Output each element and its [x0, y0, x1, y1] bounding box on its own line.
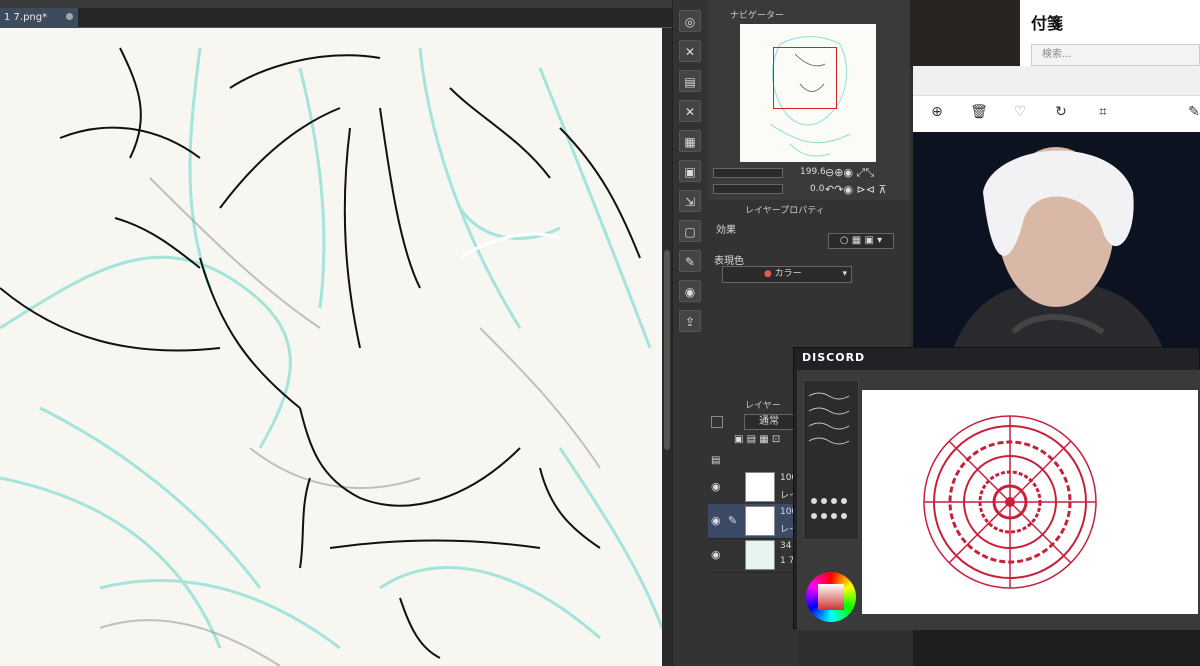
delete-icon[interactable]: 🗑	[970, 104, 988, 120]
effect-buttons[interactable]: ○ ▦ ▣ ▾	[828, 233, 894, 249]
layer-row[interactable]: ◉ 100 レイ	[708, 470, 798, 505]
color-dots-icon: ●	[763, 269, 772, 279]
drawing-canvas[interactable]	[0, 28, 662, 666]
character-artwork	[913, 132, 1200, 348]
character-screenshot	[913, 132, 1200, 348]
layer-opacity: 34	[780, 541, 792, 551]
discord-logo: DISCORD	[802, 351, 866, 364]
heart-icon[interactable]: ♡	[1011, 104, 1029, 120]
photo-viewer-titlebar	[913, 66, 1200, 96]
expression-color-value: カラー	[774, 269, 802, 279]
edit-icon[interactable]: ✎	[679, 250, 701, 272]
rotate-icon[interactable]: ↻	[1052, 104, 1070, 120]
clip-studio-toolbar	[0, 0, 672, 8]
layer-option-icon[interactable]: ▤	[711, 455, 720, 466]
eye-icon[interactable]: ◉	[711, 480, 721, 493]
eye-icon[interactable]: ◉	[711, 514, 721, 527]
zoom-in-icon[interactable]: ⊕	[928, 104, 946, 120]
effect-label: 効果	[716, 225, 736, 236]
chevron-down-icon: ▾	[842, 269, 847, 279]
navigator-view-frame[interactable]	[773, 47, 837, 109]
layer-tab-label: レイヤー	[745, 401, 781, 411]
layer-color-box[interactable]	[711, 416, 723, 428]
layer-property-tab-label: レイヤープロパティ	[745, 206, 825, 216]
canvas-scrollbar-thumb[interactable]	[664, 250, 670, 450]
layer-property-tab[interactable]: レイヤープロパティ	[745, 204, 825, 218]
eye-icon[interactable]: ◉	[711, 548, 721, 561]
zoom-value: 199.6	[800, 167, 826, 177]
document-tab-title: 1 7.png*	[4, 12, 48, 23]
layer-row[interactable]: ◉ 34 1 7	[708, 538, 798, 573]
expression-color-select[interactable]: ● カラー ▾	[722, 266, 852, 283]
blend-mode-value: 通常	[759, 416, 779, 427]
shared-brush-panel	[803, 380, 859, 540]
mandala-drawing	[923, 415, 1097, 589]
layer-thumbnail	[745, 540, 775, 570]
navigator-tab-label: ナビゲーター	[730, 11, 785, 21]
layer-thumbnail	[745, 506, 775, 536]
frame-icon[interactable]: ▢	[679, 220, 701, 242]
zoom-icon[interactable]: ◎	[679, 10, 701, 32]
save-icon[interactable]: ▣	[679, 160, 701, 182]
expression-color-label: 表現色	[714, 256, 744, 267]
export-icon[interactable]: ⇲	[679, 190, 701, 212]
edit-icon[interactable]: ✎	[1185, 104, 1200, 120]
export-person-icon[interactable]: ⇪	[679, 310, 701, 332]
layer-tool-icons[interactable]: ▣ ▤ ▦ ⊡	[734, 434, 780, 445]
sticky-notes-search[interactable]: 検索...	[1031, 44, 1200, 66]
sticky-notes-title: 付箋	[1031, 14, 1064, 33]
close-x-icon[interactable]: ✕	[679, 40, 701, 62]
background-image-bottom	[913, 630, 1200, 666]
blend-mode-select[interactable]: 通常	[744, 414, 796, 430]
sketch-artwork	[0, 47, 662, 666]
background-image	[910, 0, 1022, 70]
pen-icon: ✎	[728, 514, 738, 527]
brush-previews	[808, 392, 850, 519]
layer-thumbnail	[745, 472, 775, 502]
camera-icon[interactable]: ◉	[679, 280, 701, 302]
layer-row-selected[interactable]: ◉ ✎ 100 レイ	[708, 504, 798, 539]
file-icon[interactable]: ▤	[679, 70, 701, 92]
rotate-controls[interactable]: ↶↷◉ ⊳⊲ ⊼	[825, 183, 887, 196]
rotate-slider[interactable]	[713, 184, 783, 194]
color-picker-square[interactable]	[818, 584, 844, 610]
grid-icon[interactable]: ▦	[679, 130, 701, 152]
layer-tab[interactable]: レイヤー	[745, 399, 781, 413]
document-tab-bar	[0, 8, 672, 28]
shared-canvas	[862, 390, 1198, 614]
rotate-value: 0.0	[810, 184, 825, 194]
close-x-icon[interactable]: ✕	[679, 100, 701, 122]
crop-icon[interactable]: ⌗	[1094, 104, 1112, 120]
tab-close-icon[interactable]	[66, 13, 73, 20]
navigator-tab[interactable]: ナビゲーター	[730, 9, 784, 23]
zoom-slider[interactable]	[713, 168, 783, 178]
zoom-controls[interactable]: ⊖⊕◉ ⤢⤡	[825, 166, 874, 180]
